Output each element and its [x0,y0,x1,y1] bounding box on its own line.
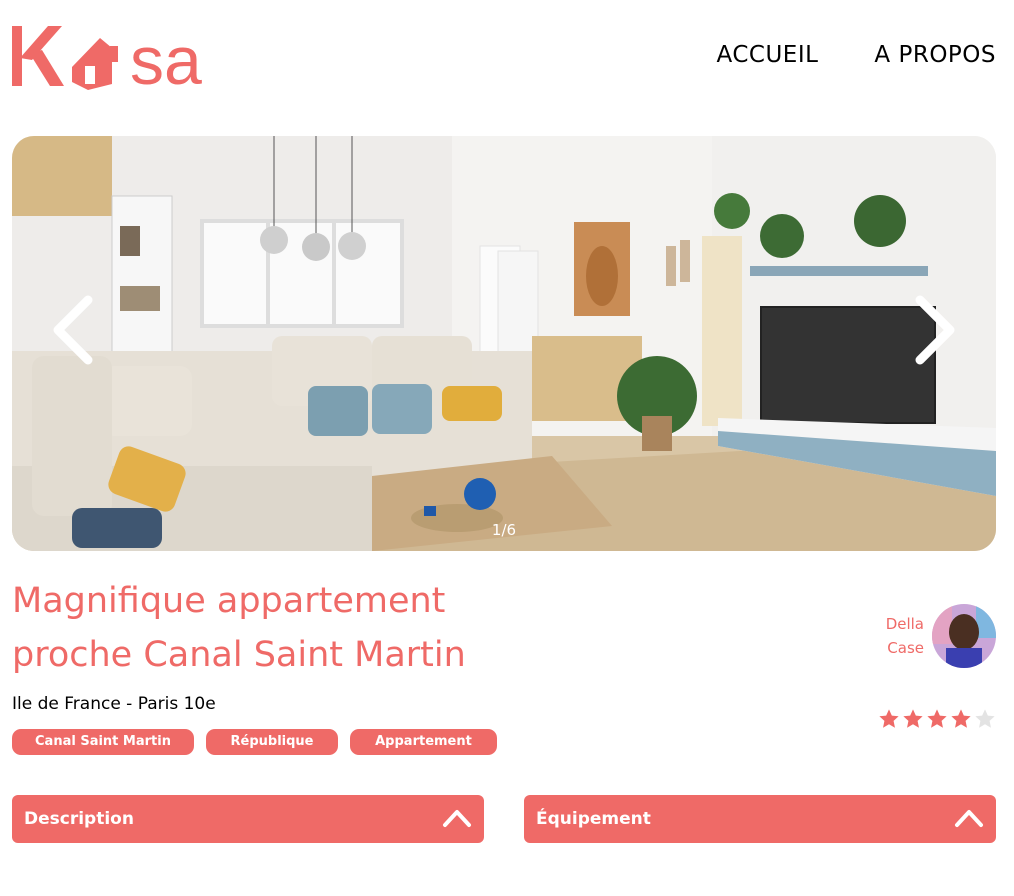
star-icon [975,709,995,728]
host-name: Della Case [886,612,924,660]
equipment-label: Équipement [536,809,651,829]
chevron-up-icon [443,810,471,827]
star-icon [903,709,923,728]
tag: Appartement [350,729,497,755]
carousel-counter: 1/6 [491,521,517,539]
description-collapse[interactable]: Description [12,795,484,843]
star-icon [951,709,971,728]
equipment-collapse[interactable]: Équipement [524,795,996,843]
chevron-left-icon [53,295,93,365]
chevron-right-icon [915,295,955,365]
tag-list: Canal Saint Martin République Appartemen… [12,729,497,755]
tag: Canal Saint Martin [12,729,194,755]
logo[interactable]: sa [12,20,227,96]
main-nav: ACCUEIL A PROPOS [717,42,997,68]
svg-text:sa: sa [130,23,202,96]
carousel-next-button[interactable] [912,294,958,366]
host-last-name: Case [887,639,924,657]
host-info: Della Case [886,604,996,668]
star-icon [927,709,947,728]
chevron-up-icon [955,810,983,827]
image-carousel: 1/6 [12,136,996,551]
kasa-logo: sa [12,23,202,96]
star-icon [879,709,899,728]
living-room-photo [12,136,996,551]
tag: République [206,729,338,755]
nav-about[interactable]: A PROPOS [874,42,996,68]
listing-title: Magnifique appartement proche Canal Sain… [12,581,466,675]
host-first-name: Della [885,615,924,633]
carousel-prev-button[interactable] [50,294,96,366]
nav-home[interactable]: ACCUEIL [717,42,819,68]
listing-location: Ile de France - Paris 10e [12,694,216,714]
rating-stars [878,708,996,730]
host-avatar [932,604,996,668]
description-label: Description [24,809,134,829]
